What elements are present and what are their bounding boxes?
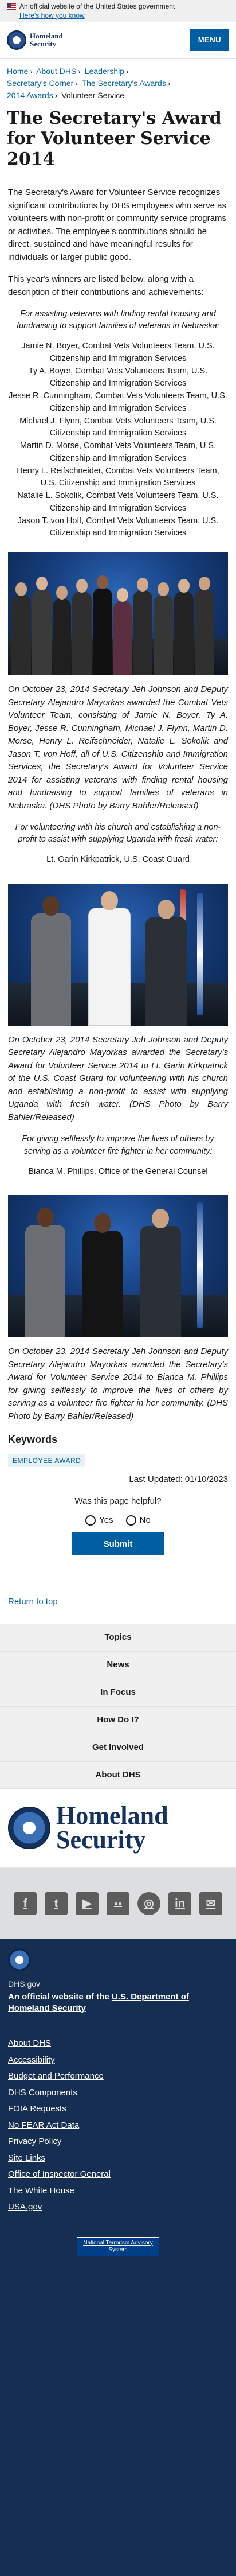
page-title: The Secretary's Award for Volunteer Serv… <box>7 108 222 169</box>
breadcrumb-leadership[interactable]: Leadership <box>85 67 124 76</box>
footer-link-privacy-policy[interactable]: Privacy Policy <box>8 2135 228 2149</box>
instagram-icon[interactable]: ◎ <box>137 1892 160 1915</box>
footer-link-no-fear-act[interactable]: No FEAR Act Data <box>8 2119 228 2133</box>
award1-description: For assisting veterans with finding rent… <box>17 309 219 331</box>
identifier-official-text: An official website of the U.S. Departme… <box>8 1991 189 2014</box>
breadcrumb: Home › About DHS › Leadership › Secretary's… <box>7 67 171 100</box>
honoree: Ty A. Boyer, Combat Vets Volunteers Team… <box>28 366 208 388</box>
honoree: Natalie L. Sokolik, Combat Vets Voluntee… <box>17 491 219 513</box>
keywords-heading: Keywords <box>8 1434 58 1446</box>
award2-description: For volunteering with his church and est… <box>15 823 221 845</box>
feedback-submit-button[interactable]: Submit <box>72 1532 164 1556</box>
email-icon[interactable]: ✉ <box>199 1892 222 1915</box>
ntas-badge[interactable]: National Terrorism Advisory System <box>77 2236 159 2256</box>
flickr-icon[interactable]: ●● <box>107 1892 129 1915</box>
intro-paragraph-2: This year's winners are listed below, al… <box>8 274 204 297</box>
feedback-yes-radio[interactable]: Yes <box>85 1514 113 1527</box>
last-updated: Last Updated: 01/10/2023 <box>129 1474 228 1484</box>
social-links: f t ▶ ●● ◎ in ✉ <box>0 1867 236 1939</box>
gov-banner: An official website of the United States… <box>0 0 236 22</box>
footer-link-budget-performance[interactable]: Budget and Performance <box>8 2070 228 2083</box>
honoree: Henry L. Reifschneider, Combat Vets Volu… <box>17 466 219 488</box>
footer-nav-in-focus[interactable]: In Focus <box>0 1678 236 1706</box>
award3-honoree: Bianca M. Phillips, Office of the Genera… <box>28 1166 208 1176</box>
feedback-no-radio[interactable]: No <box>125 1514 151 1527</box>
heres-how-you-know-link[interactable]: Here's how you know <box>19 11 85 20</box>
footer-nav-news[interactable]: News <box>0 1651 236 1679</box>
footer-logo[interactable]: Homeland Security <box>0 1788 236 1868</box>
footer-nav-how-do-i[interactable]: How Do I? <box>0 1706 236 1734</box>
feedback-form: Was this page helpful? Yes No Submit <box>0 1495 236 1556</box>
footer-logo-line2: Security <box>56 1826 146 1854</box>
award2-photo <box>8 883 228 1026</box>
footer-link-site-links[interactable]: Site Links <box>8 2152 228 2165</box>
main-content: The Secretary's Award for Volunteer Serv… <box>0 186 236 1423</box>
facebook-icon[interactable]: f <box>14 1892 37 1915</box>
dhs-seal-icon <box>8 1807 50 1850</box>
twitter-icon[interactable]: t <box>45 1892 68 1915</box>
footer-link-inspector-general[interactable]: Office of Inspector General <box>8 2168 228 2181</box>
dhs-seal-icon <box>8 1948 31 1971</box>
breadcrumb-home[interactable]: Home <box>7 67 28 76</box>
footer-link-dhs-components[interactable]: DHS Components <box>8 2087 228 2100</box>
footer-nav-get-involved[interactable]: Get Involved <box>0 1733 236 1761</box>
feedback-question: Was this page helpful? <box>74 1496 162 1507</box>
honoree: Jesse R. Cunningham, Combat Vets Volunte… <box>9 391 227 413</box>
award3-caption: On October 23, 2014 Secretary Jeh Johnso… <box>8 1347 228 1421</box>
return-to-top-link[interactable]: Return to top <box>0 1596 236 1609</box>
honoree: Jason T. von Hoff, Combat Vets Volunteer… <box>17 516 219 538</box>
award2-caption: On October 23, 2014 Secretary Jeh Johnso… <box>8 1034 228 1122</box>
site-header: Homeland Security MENU <box>0 22 236 59</box>
breadcrumb-about-dhs[interactable]: About DHS <box>36 67 76 76</box>
award2-honoree: Lt. Garin Kirkpatrick, U.S. Coast Guard <box>46 855 190 865</box>
award1-photo <box>8 552 228 676</box>
breadcrumb-secretarys-corner[interactable]: Secretary's Corner <box>7 79 73 88</box>
identifier-domain: DHS.gov <box>8 1979 41 1989</box>
award3-description: For giving selflessly to improve the liv… <box>22 1134 214 1156</box>
keywords-section: Keywords EMPLOYEE AWARD <box>0 1432 236 1468</box>
honoree: Jamie N. Boyer, Combat Vets Volunteers T… <box>21 341 215 363</box>
radio-circle-icon <box>125 1515 136 1526</box>
footer-link-about-dhs[interactable]: About DHS <box>8 2037 228 2050</box>
footer-link-white-house[interactable]: The White House <box>8 2185 228 2198</box>
identifier-links: About DHS Accessibility Budget and Perfo… <box>8 2037 228 2214</box>
award3-photo <box>8 1195 228 1338</box>
award1-caption: On October 23, 2014 Secretary Jeh Johnso… <box>8 684 228 811</box>
intro-paragraph: The Secretary's Award for Volunteer Serv… <box>8 188 227 262</box>
feedback-yes-label: Yes <box>99 1515 113 1525</box>
breadcrumb-2014-awards[interactable]: 2014 Awards <box>7 91 53 100</box>
menu-button[interactable]: MENU <box>190 29 229 51</box>
gov-banner-text: An official website of the United States… <box>19 2 175 10</box>
dhs-logo[interactable]: Homeland Security <box>7 30 63 50</box>
honoree: Michael J. Flynn, Combat Vets Volunteers… <box>19 416 217 438</box>
breadcrumb-secretarys-awards[interactable]: The Secretary's Awards <box>82 79 166 88</box>
honoree: Martin D. Morse, Combat Vets Volunteers … <box>19 441 217 463</box>
footer-link-accessibility[interactable]: Accessibility <box>8 2054 228 2067</box>
logo-line2: Security <box>30 39 57 48</box>
footer-link-usa-gov[interactable]: USA.gov <box>8 2201 228 2214</box>
feedback-no-label: No <box>139 1515 151 1525</box>
dhs-seal-icon <box>7 30 26 50</box>
footer-nav-about-dhs[interactable]: About DHS <box>0 1761 236 1789</box>
breadcrumb-current: Volunteer Service <box>61 91 124 100</box>
footer-link-foia-requests[interactable]: FOIA Requests <box>8 2103 228 2116</box>
footer-nav-topics[interactable]: Topics <box>0 1623 236 1651</box>
radio-circle-icon <box>85 1515 96 1526</box>
site-identifier: DHS.gov An official website of the U.S. … <box>0 1939 236 2576</box>
keyword-tag-employee-award[interactable]: EMPLOYEE AWARD <box>8 1454 86 1468</box>
footer-nav: Topics News In Focus How Do I? Get Invol… <box>0 1623 236 1789</box>
linkedin-icon[interactable]: in <box>168 1892 191 1915</box>
youtube-icon[interactable]: ▶ <box>76 1892 99 1915</box>
award1-honoree-list: Jamie N. Boyer, Combat Vets Volunteers T… <box>8 340 228 540</box>
us-flag-icon <box>7 3 16 10</box>
